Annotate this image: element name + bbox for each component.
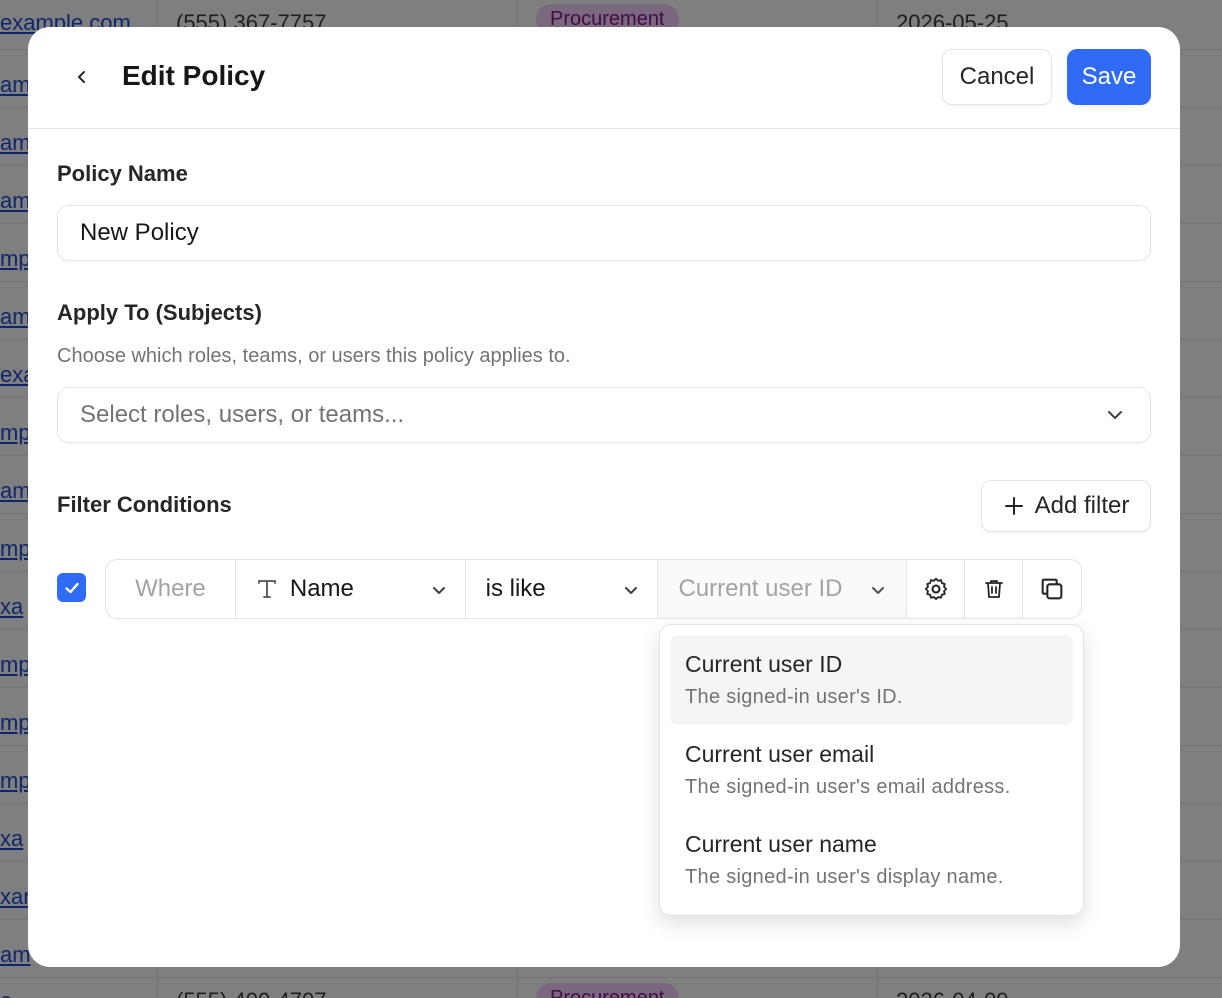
chevron-left-icon	[78, 71, 85, 83]
option-title: Current user name	[685, 831, 877, 857]
check-icon	[64, 582, 79, 593]
policy-name-input[interactable]: New Policy	[57, 205, 1151, 261]
text-type-icon	[257, 580, 276, 598]
duplicate-filter-button[interactable]	[1023, 560, 1081, 618]
option-current-user-id[interactable]: Current user ID The signed-in user's ID.	[670, 635, 1073, 725]
chevron-down-icon	[872, 587, 885, 594]
policy-name-label: Policy Name	[57, 161, 188, 186]
option-current-user-name[interactable]: Current user name The signed-in user's d…	[670, 815, 1073, 905]
subjects-help-text: Choose which roles, teams, or users this…	[57, 345, 571, 367]
field-select[interactable]: Name	[236, 560, 466, 618]
copy-icon	[1041, 578, 1063, 600]
add-filter-button[interactable]: Add filter	[981, 480, 1151, 532]
plus-icon	[1004, 497, 1023, 515]
cancel-button[interactable]: Cancel	[942, 49, 1052, 105]
value-text: Current user ID	[678, 575, 843, 602]
option-description: The signed-in user's ID.	[685, 686, 903, 708]
filter-enabled-checkbox[interactable]	[57, 573, 86, 602]
dialog-header: Edit Policy Cancel Save	[28, 27, 1180, 129]
chevron-down-icon	[625, 587, 638, 594]
save-button[interactable]: Save	[1067, 49, 1151, 105]
subjects-label: Apply To (Subjects)	[57, 300, 262, 325]
field-value: Name	[289, 575, 354, 602]
trash-icon	[984, 580, 1003, 598]
add-filter-label: Add filter	[1034, 492, 1130, 519]
back-button[interactable]	[68, 63, 96, 91]
operator-select[interactable]: is like	[466, 560, 659, 618]
dialog-title: Edit Policy	[122, 60, 266, 91]
chevron-down-icon	[1108, 411, 1122, 419]
delete-filter-button[interactable]	[965, 560, 1024, 618]
operator-value: is like	[485, 575, 546, 602]
filter-settings-button[interactable]	[907, 560, 966, 618]
option-title: Current user email	[685, 741, 875, 767]
option-current-user-email[interactable]: Current user email The signed-in user's …	[670, 725, 1073, 815]
option-description: The signed-in user's display name.	[685, 866, 1004, 888]
subjects-placeholder: Select roles, users, or teams...	[80, 401, 405, 428]
option-description: The signed-in user's email address.	[685, 776, 1011, 798]
value-dropdown-menu: Current user ID The signed-in user's ID.…	[659, 624, 1084, 916]
where-label: Where	[106, 560, 236, 618]
filter-condition-row: Where Name is like Current user ID	[105, 559, 1082, 619]
filter-conditions-label: Filter Conditions	[57, 492, 232, 517]
option-title: Current user ID	[685, 651, 843, 677]
chevron-down-icon	[432, 587, 445, 594]
value-select[interactable]: Current user ID	[658, 560, 908, 618]
policy-name-value: New Policy	[80, 219, 199, 246]
gear-icon	[924, 577, 947, 601]
edit-policy-dialog: Edit Policy Cancel Save Policy Name New …	[28, 27, 1180, 967]
subjects-select[interactable]: Select roles, users, or teams...	[57, 387, 1151, 443]
